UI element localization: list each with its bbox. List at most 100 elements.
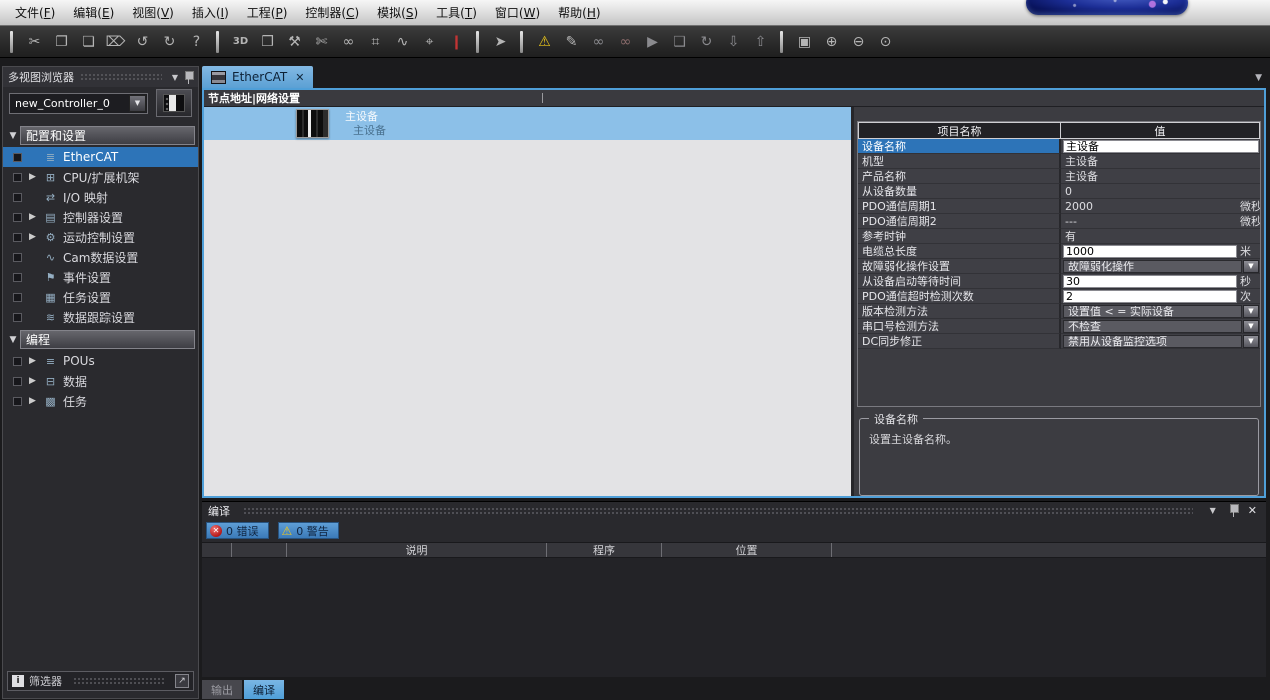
property-value-dropdown[interactable]: 禁用从设备监控选项 (1063, 335, 1242, 348)
expand-arrow-icon[interactable]: ▶ (27, 396, 38, 406)
controller-view-button[interactable] (156, 89, 192, 117)
panel-menu-icon[interactable]: ▼ (168, 73, 182, 82)
sidebar-item-cam-[interactable]: ∿Cam数据设置 (3, 247, 198, 267)
sidebar-item--[interactable]: ▶⚙运动控制设置 (3, 227, 198, 247)
cut-icon[interactable]: ✂ (21, 30, 48, 54)
bottom-tab-output[interactable]: 输出 (202, 680, 242, 699)
tab-list-chevron-icon[interactable]: ▼ (1255, 73, 1262, 83)
tree-item-checkbox[interactable] (13, 213, 22, 222)
copy-icon[interactable]: ❐ (48, 30, 75, 54)
chevron-down-icon[interactable]: ▼ (1243, 260, 1259, 273)
tree-item-checkbox[interactable] (13, 233, 22, 242)
chevron-down-icon[interactable]: ▼ (6, 335, 20, 345)
errors-badge[interactable]: ✕ 0 错误 (206, 522, 269, 539)
stop-monitor-icon[interactable]: ∞ (612, 30, 639, 54)
sidebar-item-pous[interactable]: ▶≡POUs (3, 351, 198, 371)
upload-from-controller-icon[interactable]: ⇧ (747, 30, 774, 54)
chevron-down-icon[interactable]: ▼ (6, 131, 20, 141)
monitor-icon[interactable]: ∞ (585, 30, 612, 54)
tree-item-checkbox[interactable] (13, 273, 22, 282)
go-offline-icon[interactable]: ✎ (558, 30, 585, 54)
menu-item-i[interactable]: 插入(I) (183, 0, 238, 25)
tree-item-checkbox[interactable] (13, 357, 22, 366)
sidebar-item--[interactable]: ▦任务设置 (3, 287, 198, 307)
close-icon[interactable]: ✕ (293, 71, 304, 84)
controller-select[interactable]: new_Controller_0 ▼ (9, 93, 148, 114)
paste-icon[interactable]: ❏ (75, 30, 102, 54)
sidebar-item-i-o-[interactable]: ⇄I/O 映射 (3, 187, 198, 207)
property-value-dropdown[interactable]: 不检查 (1063, 320, 1242, 333)
rebuild-icon[interactable]: ✄ (308, 30, 335, 54)
menu-item-p[interactable]: 工程(P) (238, 0, 297, 25)
expand-arrow-icon[interactable]: ▶ (27, 376, 38, 386)
edit-pointer-icon[interactable]: ➤ (487, 30, 514, 54)
sidebar-item-ethercat[interactable]: ≣EtherCAT (3, 147, 198, 167)
filter-bar[interactable]: i 筛选器 ↗ (7, 671, 194, 691)
tree-item-checkbox[interactable] (13, 193, 22, 202)
bottom-tab-build[interactable]: 编译 (244, 680, 284, 699)
expand-arrow-icon[interactable]: ▶ (27, 232, 38, 242)
tab-ethercat[interactable]: EtherCAT ✕ (202, 66, 313, 88)
menu-item-e[interactable]: 编辑(E) (64, 0, 123, 25)
tree-item-checkbox[interactable] (13, 173, 22, 182)
popout-icon[interactable]: ↗ (175, 674, 189, 688)
menu-item-w[interactable]: 窗口(W) (486, 0, 549, 25)
menu-item-c[interactable]: 控制器(C) (296, 0, 368, 25)
menu-item-t[interactable]: 工具(T) (427, 0, 486, 25)
program-mode-icon[interactable]: ❑ (666, 30, 693, 54)
3d-view-icon[interactable]: 3D (227, 30, 254, 54)
go-online-icon[interactable]: ⚠ (531, 30, 558, 54)
menu-item-v[interactable]: 视图(V) (123, 0, 183, 25)
tree-item-checkbox[interactable] (13, 293, 22, 302)
delete-icon[interactable]: ⌦ (102, 30, 129, 54)
tree-item-checkbox[interactable] (13, 253, 22, 262)
chevron-down-icon[interactable]: ▼ (1243, 320, 1259, 333)
property-value-dropdown[interactable]: 设置值 < = 实际设备 (1063, 305, 1242, 318)
error-list-icon[interactable]: ❙ (443, 30, 470, 54)
panel-menu-icon[interactable]: ▼ (1206, 506, 1220, 515)
expand-arrow-icon[interactable]: ▶ (27, 356, 38, 366)
tree-item-checkbox[interactable] (13, 313, 22, 322)
warnings-badge[interactable]: ⚠ 0 警告 (278, 522, 339, 539)
property-value-dropdown[interactable]: 故障弱化操作 (1063, 260, 1242, 273)
sidebar-item--[interactable]: ▶▤控制器设置 (3, 207, 198, 227)
sidebar-item--[interactable]: ▶⊟数据 (3, 371, 198, 391)
undo-icon[interactable]: ↺ (129, 30, 156, 54)
menu-item-s[interactable]: 模拟(S) (368, 0, 427, 25)
download-to-controller-icon[interactable]: ⇩ (720, 30, 747, 54)
io-monitor-icon[interactable]: ⌗ (362, 30, 389, 54)
master-device-row[interactable]: 主设备 主设备 (204, 107, 851, 140)
chevron-down-icon[interactable]: ▼ (1243, 335, 1259, 348)
property-value-input[interactable] (1063, 275, 1237, 288)
tree-section-0[interactable]: ▼配置和设置 (6, 126, 195, 145)
pin-icon[interactable] (184, 71, 193, 84)
chevron-down-icon[interactable]: ▼ (1243, 305, 1259, 318)
tree-item-checkbox[interactable] (13, 153, 22, 162)
search-icon[interactable]: ⌖ (416, 30, 443, 54)
expand-arrow-icon[interactable]: ▶ (27, 212, 38, 222)
sidebar-item--[interactable]: ▶▩任务 (3, 391, 198, 411)
help-icon[interactable]: ? (183, 30, 210, 54)
close-icon[interactable]: ✕ (1245, 504, 1260, 517)
sidebar-item--[interactable]: ⚑事件设置 (3, 267, 198, 287)
tree-item-checkbox[interactable] (13, 397, 22, 406)
chevron-down-icon[interactable]: ▼ (129, 95, 146, 112)
build-icon[interactable]: ⚒ (281, 30, 308, 54)
column-separator[interactable] (542, 93, 543, 103)
watch-window-icon[interactable]: ∞ (335, 30, 362, 54)
differential-monitor-icon[interactable]: ∿ (389, 30, 416, 54)
sidebar-item-cpu-[interactable]: ▶⊞CPU/扩展机架 (3, 167, 198, 187)
zoom-100-icon[interactable]: ⊙ (872, 30, 899, 54)
expand-arrow-icon[interactable]: ▶ (27, 172, 38, 182)
tree-section-1[interactable]: ▼编程 (6, 330, 195, 349)
tree-item-checkbox[interactable] (13, 377, 22, 386)
property-value-input[interactable] (1063, 290, 1237, 303)
zoom-in-icon[interactable]: ⊕ (818, 30, 845, 54)
pin-icon[interactable] (1229, 504, 1238, 517)
zoom-out-icon[interactable]: ⊖ (845, 30, 872, 54)
property-value-input[interactable] (1063, 245, 1237, 258)
menu-item-h[interactable]: 帮助(H) (549, 0, 609, 25)
property-value-input[interactable] (1063, 140, 1259, 153)
cascade-windows-icon[interactable]: ❒ (254, 30, 281, 54)
zoom-fit-icon[interactable]: ▣ (791, 30, 818, 54)
